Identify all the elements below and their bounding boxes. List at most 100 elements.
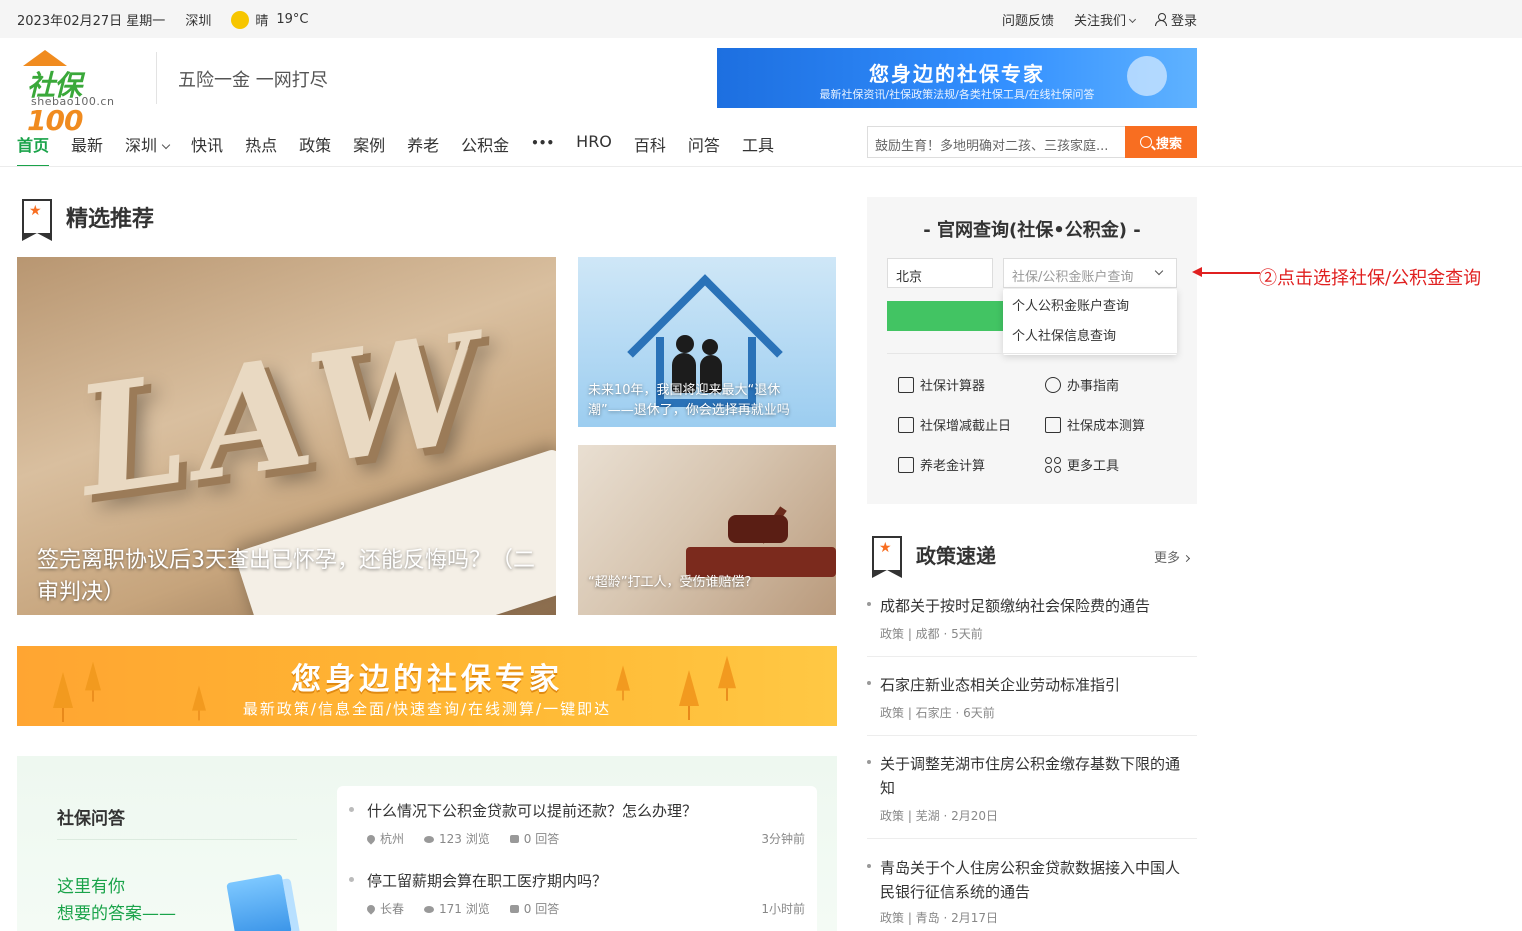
login-link[interactable]: 登录 <box>1154 10 1197 29</box>
calendar-icon <box>898 416 914 433</box>
eye-icon <box>424 906 435 913</box>
chevron-down-icon <box>1154 266 1164 276</box>
qa-slogan: 这里有你 想要的答案—— <box>57 874 176 928</box>
option-housing-fund-account[interactable]: 个人公积金账户查询 <box>1003 298 1177 328</box>
site-logo[interactable]: 社保100 shebao100.cn <box>17 48 132 137</box>
current-date: 2023年02月27日 星期一 <box>17 14 166 29</box>
nav-city-shenzhen[interactable]: 深圳 <box>125 132 171 156</box>
more-label: 更多 <box>1154 551 1181 566</box>
nav-cases[interactable]: 案例 <box>353 132 385 156</box>
chevron-down-icon <box>1128 15 1137 24</box>
chevron-down-icon <box>161 140 171 150</box>
follow-us-menu[interactable]: 关注我们 <box>1073 10 1137 29</box>
tool-calculator[interactable]: 社保计算器 <box>898 375 985 394</box>
policy-item-title[interactable]: 成都关于按时足额缴纳社会保险费的通告 <box>880 594 1190 618</box>
qa-section: 社保问答 这里有你 想要的答案—— 什么情况下公积金贷款可以提前还款？怎么办理？… <box>17 756 837 931</box>
tool-label: 社保成本测算 <box>1067 419 1146 434</box>
expert-banner-subtitle: 最新政策/信息全面/快速查询/在线测算/一键即达 <box>242 700 612 718</box>
policy-item-meta: 政策 | 石家庄 · 6天前 <box>880 706 995 720</box>
featured-card-main[interactable]: LAW 签完离职协议后3天查出已怀孕，还能反悔吗？（二审判决） <box>17 257 556 615</box>
compass-icon <box>1045 376 1061 393</box>
tool-deadline[interactable]: 社保增减截止日 <box>898 415 1011 434</box>
user-icon <box>1154 13 1167 26</box>
qa-views: 123 浏览 <box>439 832 490 846</box>
featured-heading: 精选推荐 <box>21 199 155 241</box>
follow-us-label: 关注我们 <box>1073 14 1126 29</box>
qa-city: 杭州 <box>380 832 405 846</box>
policy-item-meta: 政策 | 成都 · 5天前 <box>880 627 983 641</box>
nav-tools[interactable]: 工具 <box>742 132 774 156</box>
tool-label: 办事指南 <box>1067 379 1120 394</box>
location-icon <box>365 903 377 915</box>
search-icon <box>1139 136 1152 148</box>
qa-slogan-line2: 想要的答案—— <box>57 904 176 924</box>
featured-card-injury[interactable]: “超龄”打工人，受伤谁赔偿? <box>578 445 836 615</box>
query-panel-title: - 官网查询(社保•公积金) - <box>923 220 1141 241</box>
logo-domain: shebao100.cn <box>31 95 115 108</box>
tool-label: 更多工具 <box>1067 459 1120 474</box>
search-input[interactable]: 鼓励生育！多地明确对二孩、三孩家庭... <box>867 126 1125 158</box>
nav-more-icon[interactable]: ••• <box>531 132 554 156</box>
tool-guide[interactable]: 办事指南 <box>1045 375 1119 394</box>
nav-wiki[interactable]: 百科 <box>634 132 666 156</box>
chevron-right-icon <box>1182 554 1191 563</box>
nav-hot[interactable]: 热点 <box>245 132 277 156</box>
clipboard-icon <box>1045 416 1061 433</box>
nav-divider <box>0 166 1522 167</box>
city-input[interactable]: 北京 <box>887 258 993 288</box>
gavel-icon <box>728 515 788 543</box>
nav-hro[interactable]: HRO <box>576 132 612 156</box>
nav-flash[interactable]: 快讯 <box>191 132 223 156</box>
eye-icon <box>424 836 435 843</box>
site-slogan: 五险一金 一网打尽 <box>178 70 328 91</box>
official-query-panel: - 官网查询(社保•公积金) - 北京 社保/公积金账户查询 个人公积金账户查询… <box>867 197 1197 504</box>
nav-city-label: 深圳 <box>125 136 158 155</box>
house-yuan-icon <box>898 456 914 473</box>
feedback-link[interactable]: 问题反馈 <box>1002 10 1054 29</box>
qa-time: 1小时前 <box>761 902 805 916</box>
nav-latest[interactable]: 最新 <box>71 132 103 156</box>
top-bar: 2023年02月27日 星期一 深圳 晴 19°C 问题反馈 关注我们 登录 <box>0 0 1522 38</box>
injury-caption: “超龄”打工人，受伤谁赔偿? <box>588 575 752 590</box>
current-city[interactable]: 深圳 <box>185 10 211 29</box>
header-banner-subtitle: 最新社保资讯/社保政策法规/各类社保工具/在线社保问答 <box>819 88 1095 101</box>
search-button[interactable]: 搜索 <box>1125 126 1197 158</box>
tool-label: 社保增减截止日 <box>920 419 1012 434</box>
nav-pension[interactable]: 养老 <box>407 132 439 156</box>
policy-book-icon <box>871 536 902 578</box>
tool-more[interactable]: 更多工具 <box>1045 455 1119 474</box>
policy-heading: 政策速递 <box>871 536 996 578</box>
header-banner[interactable]: 您身边的社保专家 最新社保资讯/社保政策法规/各类社保工具/在线社保问答 <box>717 48 1197 108</box>
nav-qa[interactable]: 问答 <box>688 132 720 156</box>
annotation-text: ②点击选择社保/公积金查询 <box>1259 268 1482 289</box>
nav-home[interactable]: 首页 <box>17 132 50 167</box>
qa-question[interactable]: 什么情况下公积金贷款可以提前还款？怎么办理？ <box>367 800 697 821</box>
policy-item-title[interactable]: 关于调整芜湖市住房公积金缴存基数下限的通知 <box>880 752 1190 800</box>
qa-question[interactable]: 停工留薪期会算在职工医疗期内吗？ <box>367 870 607 891</box>
bookmark-icon <box>21 199 52 241</box>
date-weather: 2023年02月27日 星期一 深圳 晴 19°C <box>17 10 328 29</box>
search-button-label: 搜索 <box>1155 136 1182 152</box>
qa-time: 3分钟前 <box>761 832 805 846</box>
tool-label: 养老金计算 <box>920 459 986 474</box>
retirement-caption: 未来10年，我国将迎来最大“退休潮”——退休了，你会选择再就业吗 <box>588 383 790 418</box>
temperature: 19°C <box>276 12 309 27</box>
books-icon <box>226 873 292 931</box>
tool-pension-calc[interactable]: 养老金计算 <box>898 455 985 474</box>
nav-policy[interactable]: 政策 <box>299 132 331 156</box>
qa-title: 社保问答 <box>57 809 125 829</box>
featured-title: 精选推荐 <box>66 207 155 232</box>
qa-divider <box>57 839 297 840</box>
tool-cost-estimate[interactable]: 社保成本测算 <box>1045 415 1145 434</box>
query-type-placeholder: 社保/公积金账户查询 <box>1012 270 1134 285</box>
policy-item-title[interactable]: 青岛关于个人住房公积金贷款数据接入中国人民银行征信系统的通告 <box>880 856 1190 904</box>
qa-views: 171 浏览 <box>439 902 490 916</box>
nav-housing-fund[interactable]: 公积金 <box>461 132 509 156</box>
policy-item-title[interactable]: 石家庄新业态相关企业劳动标准指引 <box>880 673 1190 697</box>
qa-answers: 0 回答 <box>523 832 560 846</box>
expert-banner[interactable]: 您身边的社保专家 最新政策/信息全面/快速查询/在线测算/一键即达 <box>17 646 837 726</box>
query-type-select[interactable]: 社保/公积金账户查询 <box>1003 258 1177 288</box>
policy-more-link[interactable]: 更多 <box>1154 547 1191 566</box>
policy-title: 政策速递 <box>916 543 996 568</box>
featured-card-retirement[interactable]: 未来10年，我国将迎来最大“退休潮”——退休了，你会选择再就业吗 <box>578 257 836 427</box>
